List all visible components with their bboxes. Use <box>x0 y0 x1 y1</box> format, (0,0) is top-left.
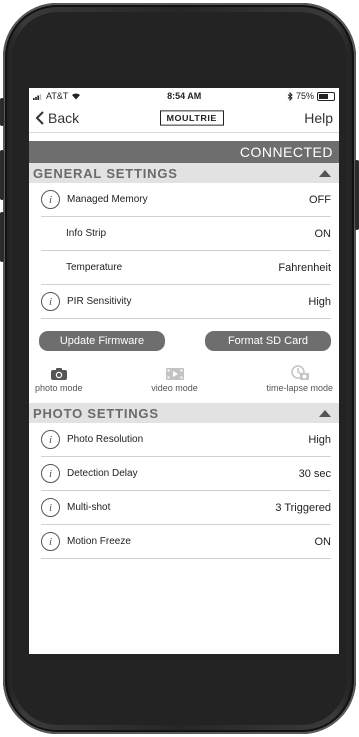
status-bar: AT&T 8:54 AM 75% <box>29 88 339 104</box>
setting-managed-memory[interactable]: i Managed Memory OFF <box>41 183 331 217</box>
volume-down-button <box>0 212 4 262</box>
chevron-left-icon <box>35 111 44 125</box>
setting-value: 3 Triggered <box>275 501 331 514</box>
setting-multi-shot[interactable]: i Multi-shot 3 Triggered <box>41 491 331 525</box>
setting-label: Multi-shot <box>67 502 111 513</box>
general-action-buttons: Update Firmware Format SD Card <box>29 319 339 351</box>
time-lapse-icon <box>290 365 309 380</box>
wifi-icon <box>72 93 81 100</box>
mode-label: time-lapse mode <box>266 383 333 393</box>
setting-temperature[interactable]: Temperature Fahrenheit <box>41 251 331 285</box>
app-screen: AT&T 8:54 AM 75% Back MOULTRIE Help CONN… <box>29 88 339 654</box>
info-icon[interactable]: i <box>41 464 60 483</box>
general-settings-header[interactable]: GENERAL SETTINGS <box>29 163 339 183</box>
mode-label: video mode <box>151 383 198 393</box>
setting-label: Managed Memory <box>67 194 148 205</box>
setting-label: Motion Freeze <box>67 536 131 547</box>
mode-selector: photo mode video mode time-lapse mode <box>29 351 339 399</box>
signal-icon <box>33 93 42 100</box>
setting-value: OFF <box>309 193 331 206</box>
connection-status: CONNECTED <box>29 141 339 163</box>
status-right: 75% <box>287 91 335 101</box>
battery-fill <box>318 93 328 99</box>
caret-up-icon <box>319 409 331 417</box>
setting-photo-resolution[interactable]: i Photo Resolution High <box>41 423 331 457</box>
carrier-label: AT&T <box>46 91 69 101</box>
back-button[interactable]: Back <box>35 110 79 126</box>
moultrie-logo: MOULTRIE <box>159 110 224 126</box>
format-sd-card-button[interactable]: Format SD Card <box>205 331 331 351</box>
setting-value: High <box>308 295 331 308</box>
mode-label: photo mode <box>35 383 83 393</box>
setting-value: High <box>308 433 331 446</box>
help-button[interactable]: Help <box>304 110 333 126</box>
battery-icon <box>316 91 335 101</box>
nav-bar: Back MOULTRIE Help <box>29 104 339 133</box>
volume-up-button <box>0 150 4 200</box>
general-settings-title: GENERAL SETTINGS <box>33 165 178 181</box>
info-icon[interactable]: i <box>41 498 60 517</box>
power-button <box>355 160 359 230</box>
time-lapse-mode-button[interactable]: time-lapse mode <box>266 365 333 399</box>
setting-label: Photo Resolution <box>67 434 144 445</box>
setting-detection-delay[interactable]: i Detection Delay 30 sec <box>41 457 331 491</box>
photo-settings-list: i Photo Resolution High i Detection Dela… <box>29 423 339 559</box>
info-icon[interactable]: i <box>41 532 60 551</box>
setting-label: Info Strip <box>66 228 107 239</box>
status-time: 8:54 AM <box>167 91 202 101</box>
bluetooth-icon <box>287 91 293 101</box>
setting-label: PIR Sensitivity <box>67 296 132 307</box>
setting-value: ON <box>314 227 332 240</box>
setting-value: ON <box>314 535 332 548</box>
photo-settings-title: PHOTO SETTINGS <box>33 405 159 421</box>
video-icon <box>165 368 184 380</box>
setting-value: Fahrenheit <box>278 261 331 274</box>
camera-icon <box>50 368 67 380</box>
photo-settings-header[interactable]: PHOTO SETTINGS <box>29 403 339 423</box>
info-icon[interactable]: i <box>41 190 60 209</box>
update-firmware-button[interactable]: Update Firmware <box>39 331 165 351</box>
info-icon[interactable]: i <box>41 292 60 311</box>
mute-switch <box>0 98 4 126</box>
battery-percent: 75% <box>295 91 314 101</box>
setting-info-strip[interactable]: Info Strip ON <box>41 217 331 251</box>
setting-label: Detection Delay <box>67 468 138 479</box>
caret-up-icon <box>319 169 331 177</box>
setting-label: Temperature <box>66 262 123 273</box>
video-mode-button[interactable]: video mode <box>151 365 198 399</box>
setting-value: 30 sec <box>298 467 331 480</box>
back-label: Back <box>48 110 80 126</box>
setting-pir-sensitivity[interactable]: i PIR Sensitivity High <box>41 285 331 319</box>
info-icon[interactable]: i <box>41 430 60 449</box>
status-left: AT&T <box>33 91 81 101</box>
general-settings-list: i Managed Memory OFF Info Strip ON Tempe… <box>29 183 339 319</box>
photo-mode-button[interactable]: photo mode <box>35 365 83 399</box>
setting-motion-freeze[interactable]: i Motion Freeze ON <box>41 525 331 559</box>
